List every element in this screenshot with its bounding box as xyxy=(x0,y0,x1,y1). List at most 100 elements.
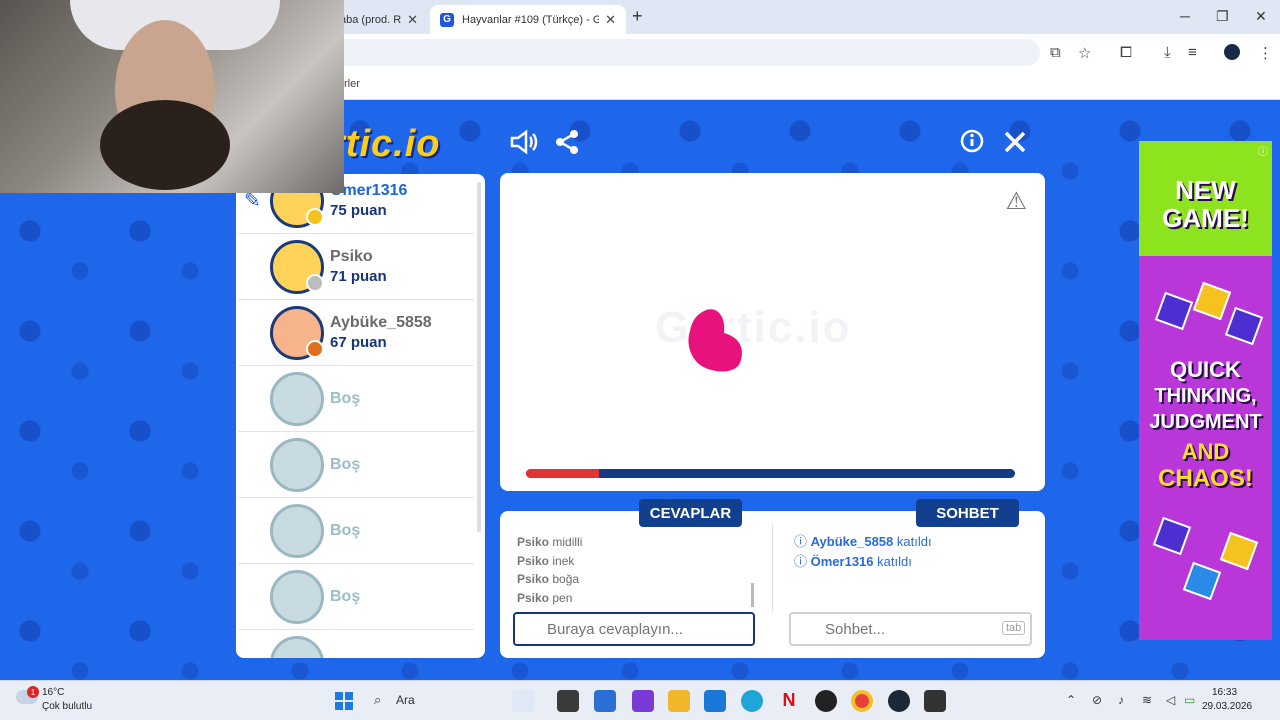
clock-time[interactable]: 16:33 xyxy=(1212,687,1237,698)
minimize-button[interactable]: ─ xyxy=(1180,8,1190,24)
ad-text: CHAOS! xyxy=(1158,465,1253,492)
chat-user: Aybüke_5858 xyxy=(810,534,894,549)
taskbar-app-icon[interactable] xyxy=(557,690,579,712)
chat-input[interactable] xyxy=(789,612,1032,646)
answer-text: inek xyxy=(552,553,575,568)
edge-icon[interactable] xyxy=(741,690,763,712)
wifi-icon[interactable]: ≋ xyxy=(1142,693,1152,707)
info-icon[interactable] xyxy=(960,129,984,160)
ad-text: QUICK xyxy=(1170,357,1241,382)
ad-text: GAME! xyxy=(1162,203,1249,233)
tab-title: aba (prod. R xyxy=(340,13,402,26)
profile-avatar-icon[interactable] xyxy=(1224,44,1240,60)
empty-avatar-icon xyxy=(270,636,324,658)
answer-user: Psiko xyxy=(517,553,550,568)
report-warning-icon[interactable]: ⚠ xyxy=(1005,187,1027,216)
obs-icon[interactable] xyxy=(815,690,837,712)
tab-answers[interactable]: CEVAPLAR xyxy=(639,499,742,527)
round-timer-fill xyxy=(526,469,600,478)
tab-chat[interactable]: SOHBET xyxy=(916,499,1019,527)
empty-slot-row: Boş xyxy=(238,498,474,564)
empty-slot-row: Boş xyxy=(238,564,474,630)
player-score: 71 puan xyxy=(330,268,387,285)
store-icon[interactable] xyxy=(704,690,726,712)
downloads-icon[interactable]: ⤓ xyxy=(1164,44,1171,61)
taskbar-app-icon[interactable] xyxy=(924,690,946,712)
drawing-board[interactable]: Gartic.io ⚠ xyxy=(500,173,1045,491)
maximize-button[interactable]: ❐ xyxy=(1216,8,1229,25)
ad-tile xyxy=(1192,281,1232,321)
empty-slot-label: Boş xyxy=(330,456,361,473)
volume-icon[interactable]: ◁ xyxy=(1166,693,1175,707)
answers-scrollbar[interactable] xyxy=(751,583,754,607)
browser-tab-music[interactable]: aba (prod. R ✕ xyxy=(330,5,428,34)
file-explorer-icon[interactable] xyxy=(668,690,690,712)
ad-tile xyxy=(1224,306,1264,346)
extensions-icon[interactable]: ⧠ xyxy=(1120,44,1132,61)
tray-overflow-icon[interactable]: ⌃ xyxy=(1066,693,1076,707)
weather-description[interactable]: Çok bulutlu xyxy=(42,701,92,712)
ad-text: AND xyxy=(1181,439,1230,464)
close-icon[interactable] xyxy=(1004,129,1026,160)
list-item: Psiko midilli xyxy=(517,535,757,554)
answer-text: pen xyxy=(552,590,573,605)
clock-date[interactable]: 29.03.2026 xyxy=(1202,701,1252,712)
start-button[interactable] xyxy=(335,692,353,710)
install-app-icon[interactable]: ⧉ xyxy=(1050,44,1061,61)
list-item: Psiko boğa xyxy=(517,572,757,591)
webcam-hair xyxy=(100,100,230,190)
media-control-icon[interactable]: ≡ xyxy=(1188,44,1197,61)
list-item: ⓘ Aybüke_5858 katıldı xyxy=(794,534,932,549)
ad-info-icon[interactable]: ⓘ xyxy=(1258,143,1268,158)
player-name: Psiko xyxy=(330,248,373,265)
gartic-logo[interactable]: rtic.io xyxy=(330,123,440,166)
empty-slot-row: Boş xyxy=(238,432,474,498)
browser-tab-gartic[interactable]: G Hayvanlar #109 (Türkçe) - Gartı ✕ xyxy=(430,5,626,34)
players-panel: ✎ Ömer1316 75 puan Psiko 71 puan Aybüke_… xyxy=(236,174,485,658)
microphone-icon[interactable]: ♪ xyxy=(1118,693,1124,707)
ad-tile xyxy=(1152,516,1192,556)
player-row-3[interactable]: Aybüke_5858 67 puan xyxy=(238,300,474,366)
new-tab-button[interactable]: + xyxy=(632,6,643,27)
list-item: Psiko pen xyxy=(517,591,757,610)
chrome-icon[interactable] xyxy=(851,690,873,712)
player-row-2[interactable]: Psiko 71 puan xyxy=(238,234,474,300)
empty-slot-label: Boş xyxy=(330,522,361,539)
sound-icon[interactable] xyxy=(510,129,538,162)
taskbar-app-icon[interactable] xyxy=(512,690,534,712)
weather-temperature[interactable]: 16°C xyxy=(42,687,64,698)
bookmark-star-icon[interactable]: ☆ xyxy=(1078,44,1091,62)
answer-text: midilli xyxy=(552,535,583,549)
share-icon[interactable] xyxy=(555,129,579,162)
answer-user: Psiko xyxy=(517,535,550,549)
window-close-button[interactable]: ✕ xyxy=(1255,8,1267,25)
answer-input[interactable] xyxy=(513,612,755,646)
ad-text: THINKING, xyxy=(1154,385,1257,407)
players-scrollbar[interactable] xyxy=(477,182,481,532)
chat-user: Ömer1316 xyxy=(810,554,874,569)
answer-user: Psiko xyxy=(517,572,550,586)
empty-slot-label: Boş xyxy=(330,390,361,407)
battery-icon[interactable]: ▭ xyxy=(1184,693,1195,707)
tab-close-icon[interactable]: ✕ xyxy=(605,12,616,28)
tab-close-icon[interactable]: ✕ xyxy=(407,12,418,28)
empty-avatar-icon xyxy=(270,438,324,492)
taskbar-search[interactable]: Ara xyxy=(368,688,508,714)
bookmark-folder[interactable]: rler xyxy=(344,78,360,90)
advertisement[interactable]: NEW GAME! QUICK THINKING, JUDGMENT AND C… xyxy=(1139,141,1272,640)
netflix-icon[interactable]: N xyxy=(778,690,800,712)
answers-list: Psiko midilli Psiko inek Psiko boğa Psik… xyxy=(517,535,757,609)
answer-text: boğa xyxy=(552,572,580,586)
browser-menu-icon[interactable]: ⋮ xyxy=(1258,44,1273,62)
chat-text: katıldı xyxy=(896,534,932,549)
empty-slot-row: Boş xyxy=(238,366,474,432)
url-field[interactable] xyxy=(330,39,1040,66)
list-item: Psiko inek xyxy=(517,554,757,573)
chat-text: katıldı xyxy=(877,554,912,569)
steam-icon[interactable] xyxy=(888,690,910,712)
taskbar-app-icon[interactable] xyxy=(632,690,654,712)
taskbar-app-icon[interactable] xyxy=(594,690,616,712)
answer-user: Psiko xyxy=(517,590,550,605)
windows-taskbar: 1 16°C Çok bulutlu ⌕ Ara N ⌃ ⊘ ♪ ≋ ◁ ▭ 1… xyxy=(0,680,1280,720)
network-icon[interactable]: ⊘ xyxy=(1092,693,1102,707)
